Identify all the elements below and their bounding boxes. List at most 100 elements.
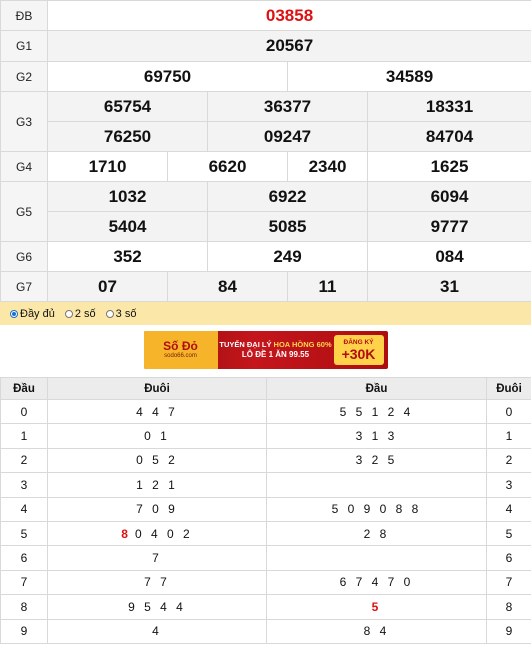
ad-line-1b: HOA HỒNG 60%: [273, 340, 332, 349]
head-digits: 2 8: [266, 520, 487, 547]
prize-label: G4: [0, 151, 48, 182]
option-label: 3 số: [115, 307, 137, 320]
head-digits: [266, 472, 487, 498]
table-row: 2 0 5 2 3 2 5 2: [0, 447, 531, 474]
loto-header-row: Đầu Đuôi Đầu Đuôi: [0, 377, 531, 400]
digit-list: 7 7: [144, 575, 170, 590]
tail-digits: 4: [47, 618, 267, 644]
prize-value: 69750: [47, 61, 288, 92]
prize-label: ĐB: [0, 0, 48, 31]
tail-digit: 2: [486, 447, 531, 474]
option-full[interactable]: Đầy đủ: [10, 308, 55, 320]
digit-list: 0 5 2: [136, 453, 178, 468]
prize-value: 2340: [287, 151, 368, 182]
tail-digits: 0 1: [47, 423, 267, 449]
tail-digits: 4 4 7: [47, 398, 267, 425]
tail-digits: 9 5 4 4: [47, 594, 267, 620]
radio-icon[interactable]: [64, 309, 73, 318]
tail-digit: 7: [486, 569, 531, 596]
table-row: 0 4 4 7 5 5 1 2 4 0: [0, 398, 531, 425]
radio-icon[interactable]: [105, 309, 114, 318]
prize-label: G6: [0, 241, 48, 272]
prize-row-g4: G4 1710 6620 2340 1625: [0, 151, 531, 182]
prize-value: 76250: [47, 121, 208, 152]
digit-list: 7: [152, 551, 162, 566]
prize-label: G3: [0, 91, 48, 152]
head-digit: 0: [0, 398, 48, 425]
head-digit: 4: [0, 496, 48, 522]
prize-value: 5085: [207, 211, 368, 242]
ad-message: TUYỂN ĐẠI LÝ HOA HỒNG 60% LÔ ĐỀ 1 ĂN 99.…: [218, 340, 334, 360]
table-row: 9 4 8 4 9: [0, 618, 531, 644]
prize-value: 1625: [366, 151, 531, 182]
tail-digits: 1 2 1: [47, 472, 267, 498]
digit-list: 9 5 4 4: [128, 599, 186, 614]
ad-banner[interactable]: Số Đỏ sodo66.com TUYỂN ĐẠI LÝ HOA HỒNG 6…: [143, 331, 388, 369]
head-digits: 8 4: [266, 618, 487, 644]
prize-label: G5: [0, 181, 48, 242]
prize-value: 352: [47, 241, 208, 272]
prize-value: 6620: [167, 151, 288, 182]
prize-value: 1710: [47, 151, 168, 182]
digit-list: 5 0 9 0 8 8: [331, 502, 422, 517]
highlight-digit: 8: [121, 526, 131, 541]
option-3-digits[interactable]: 3 số: [105, 307, 137, 320]
prize-row-g5b: 5404 5085 9777: [1, 211, 531, 242]
tail-digits: 0 5 2: [47, 447, 267, 474]
digit-list: 5 5 1 2 4: [339, 404, 414, 419]
ad-area: Số Đỏ sodo66.com TUYỂN ĐẠI LÝ HOA HỒNG 6…: [0, 325, 531, 375]
tail-digits: 7: [47, 545, 267, 571]
column-header-dau: Đầu: [266, 377, 487, 400]
tail-digit: 6: [486, 545, 531, 571]
head-digits: 5 0 9 0 8 8: [266, 496, 487, 522]
digit-list: 6 7 4 7 0: [339, 575, 414, 590]
prize-value: 34589: [286, 61, 531, 92]
prize-value: 36377: [207, 91, 368, 122]
table-row: 7 7 7 6 7 4 7 0 7: [0, 569, 531, 596]
head-digit: 8: [0, 594, 48, 620]
head-digit: 6: [0, 545, 48, 571]
prize-label: G7: [0, 271, 48, 302]
table-row: 1 0 1 3 1 3 1: [0, 423, 531, 449]
prize-row-g3: G3 65754 36377 18331: [0, 91, 531, 152]
bonus-amount: +30K: [341, 345, 376, 362]
column-header-duoi: Đuôi: [486, 377, 531, 400]
tail-digit: 8: [486, 594, 531, 620]
prize-value: 5404: [47, 211, 208, 242]
head-digits: 6 7 4 7 0: [266, 569, 487, 596]
head-digit: 2: [0, 447, 48, 474]
prize-value: 18331: [366, 91, 531, 122]
option-2-digits[interactable]: 2 số: [64, 308, 96, 320]
logo-text: Số Đỏ: [163, 339, 198, 353]
register-button[interactable]: ĐĂNG KÝ +30K: [333, 335, 384, 365]
head-digit: 5: [0, 520, 48, 547]
digit-list: 3 2 5: [355, 453, 398, 468]
ad-line-2: LÔ ĐỀ 1 ĂN 99.55: [241, 350, 310, 359]
option-label: Đầy đủ: [20, 307, 55, 320]
ad-line-1a: TUYỂN ĐẠI LÝ: [219, 340, 272, 349]
prize-value: 11: [287, 271, 368, 302]
prize-row-g2: G2 69750 34589: [0, 61, 531, 92]
digit-list: 7 0 9: [136, 502, 178, 517]
column-header-duoi: Đuôi: [47, 377, 267, 400]
prize-table: ĐB 03858 G1 20567 G2 69750 34589 G3 6575…: [0, 0, 531, 302]
head-digit: 7: [0, 569, 48, 596]
prize-row-g3b: 76250 09247 84704: [1, 121, 531, 152]
tail-digit: 4: [486, 496, 531, 522]
logo-domain: sodo66.com: [164, 353, 197, 359]
prize-value: 84: [167, 271, 288, 302]
table-row: 3 1 2 1 3: [0, 472, 531, 498]
radio-selected-icon[interactable]: [10, 309, 18, 318]
prize-value: 9777: [366, 211, 531, 242]
highlight-digit: 5: [371, 599, 382, 614]
digit-list: 4: [152, 624, 162, 639]
tail-digit: 9: [486, 618, 531, 644]
digit-list: 2 8: [363, 526, 390, 541]
table-row: 8 9 5 4 4 5 8: [0, 594, 531, 620]
table-row: 6 7 6: [0, 545, 531, 571]
prize-row-g7: G7 07 84 11 31: [0, 271, 531, 302]
prize-label: G1: [0, 30, 48, 62]
digit-list: 4 4 7: [136, 404, 178, 419]
digit-list: 0 4 0 2: [134, 526, 193, 541]
prize-value: 249: [207, 241, 368, 272]
